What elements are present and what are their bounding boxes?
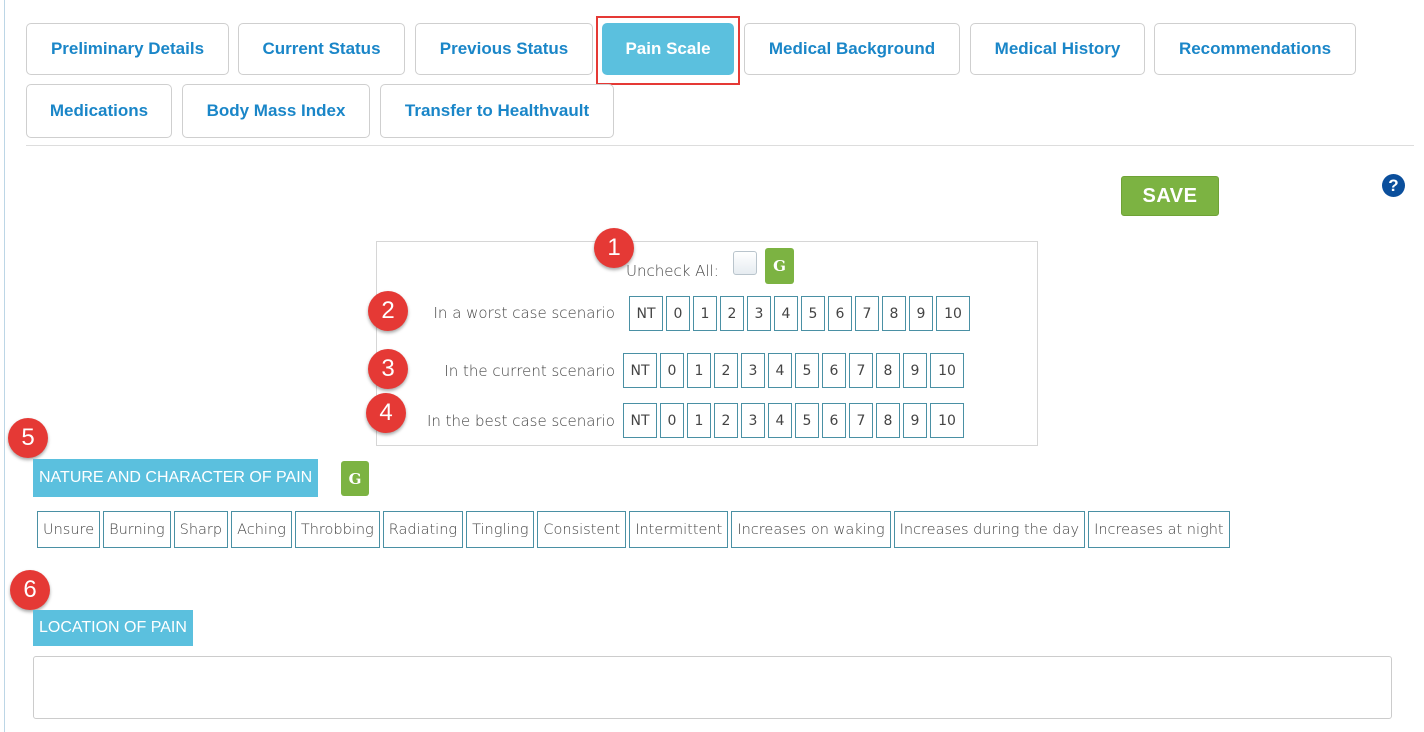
tabs-divider	[26, 145, 1414, 146]
pain-value-10[interactable]: 10	[930, 353, 964, 388]
nature-option-unsure[interactable]: Unsure	[37, 511, 101, 548]
pain-value-5[interactable]: 5	[801, 296, 825, 331]
help-icon[interactable]: ?	[1382, 174, 1405, 197]
marker-2: 2	[368, 291, 408, 331]
nature-option-sharp[interactable]: Sharp	[173, 511, 229, 548]
pain-value-6[interactable]: 6	[822, 403, 846, 438]
pain-value-8[interactable]: 8	[876, 403, 900, 438]
uncheck-all-checkbox[interactable]	[733, 251, 757, 275]
marker-3: 3	[368, 349, 408, 389]
marker-4: 4	[366, 393, 406, 433]
pain-value-10[interactable]: 10	[930, 403, 964, 438]
marker-5: 5	[8, 418, 48, 458]
marker-6: 6	[10, 570, 50, 610]
pain-value-6[interactable]: 6	[828, 296, 852, 331]
tab-pain-scale[interactable]: Pain Scale	[602, 23, 734, 75]
pain-value-0[interactable]: 0	[660, 353, 684, 388]
pain-value-0[interactable]: 0	[666, 296, 690, 331]
tab-recommendations[interactable]: Recommendations	[1154, 23, 1356, 75]
tab-medical-history[interactable]: Medical History	[970, 23, 1145, 75]
nature-option-burning[interactable]: Burning	[103, 511, 171, 548]
pain-value-3[interactable]: 3	[741, 403, 765, 438]
nature-option-increases-on-waking[interactable]: Increases on waking	[731, 511, 891, 548]
pain-value-nt[interactable]: NT	[623, 403, 657, 438]
pain-value-3[interactable]: 3	[747, 296, 771, 331]
pain-value-9[interactable]: 9	[903, 403, 927, 438]
pain-value-8[interactable]: 8	[882, 296, 906, 331]
tab-medications[interactable]: Medications	[26, 84, 172, 138]
pain-value-nt[interactable]: NT	[623, 353, 657, 388]
best-case-scale: NT 0 1 2 3 4 5 6 7 8 9 10	[623, 403, 967, 438]
pain-value-5[interactable]: 5	[795, 403, 819, 438]
pain-value-4[interactable]: 4	[768, 403, 792, 438]
nature-option-increases-at-night[interactable]: Increases at night	[1088, 511, 1230, 548]
pain-value-1[interactable]: 1	[687, 353, 711, 388]
pain-value-10[interactable]: 10	[936, 296, 970, 331]
nature-option-tingling[interactable]: Tingling	[466, 511, 535, 548]
pain-value-1[interactable]: 1	[693, 296, 717, 331]
best-case-label: In the best case scenario	[426, 412, 615, 430]
pain-value-0[interactable]: 0	[660, 403, 684, 438]
nature-option-radiating[interactable]: Radiating	[382, 511, 464, 548]
nature-heading: NATURE AND CHARACTER OF PAIN	[33, 459, 319, 497]
uncheck-all-label: Uncheck All:	[626, 262, 719, 280]
pain-value-1[interactable]: 1	[687, 403, 711, 438]
nature-options: Unsure Burning Sharp Aching Throbbing Radiati…	[37, 511, 1233, 548]
pain-value-7[interactable]: 7	[849, 403, 873, 438]
location-heading: LOCATION OF PAIN	[33, 610, 193, 646]
pain-value-9[interactable]: 9	[909, 296, 933, 331]
tab-current-status[interactable]: Current Status	[238, 23, 405, 75]
nature-option-throbbing[interactable]: Throbbing	[294, 511, 380, 548]
pain-value-3[interactable]: 3	[741, 353, 765, 388]
nature-option-consistent[interactable]: Consistent	[537, 511, 627, 548]
current-scale: NT 0 1 2 3 4 5 6 7 8 9 10	[623, 353, 967, 388]
pain-value-4[interactable]: 4	[768, 353, 792, 388]
pain-scale-g-button[interactable]: G	[765, 248, 794, 284]
pain-value-5[interactable]: 5	[795, 353, 819, 388]
save-button[interactable]: SAVE	[1121, 176, 1219, 216]
nature-option-aching[interactable]: Aching	[231, 511, 292, 548]
pain-value-7[interactable]: 7	[849, 353, 873, 388]
marker-1: 1	[594, 228, 634, 268]
pain-value-8[interactable]: 8	[876, 353, 900, 388]
tab-body-mass-index[interactable]: Body Mass Index	[182, 84, 370, 138]
worst-case-label: In a worst case scenario	[433, 304, 616, 322]
pain-value-nt[interactable]: NT	[629, 296, 663, 331]
pain-value-2[interactable]: 2	[714, 403, 738, 438]
pain-value-7[interactable]: 7	[855, 296, 879, 331]
pain-value-6[interactable]: 6	[822, 353, 846, 388]
nature-option-increases-during-the-day[interactable]: Increases during the day	[893, 511, 1086, 548]
tab-medical-background[interactable]: Medical Background	[744, 23, 960, 75]
current-label: In the current scenario	[444, 362, 615, 380]
left-border	[4, 0, 5, 732]
tab-preliminary-details[interactable]: Preliminary Details	[26, 23, 229, 75]
pain-value-9[interactable]: 9	[903, 353, 927, 388]
tab-transfer-to-healthvault[interactable]: Transfer to Healthvault	[380, 84, 614, 138]
location-input[interactable]	[33, 656, 1392, 719]
pain-value-4[interactable]: 4	[774, 296, 798, 331]
nature-g-button[interactable]: G	[341, 461, 369, 496]
nature-option-intermittent[interactable]: Intermittent	[629, 511, 729, 548]
pain-value-2[interactable]: 2	[714, 353, 738, 388]
pain-value-2[interactable]: 2	[720, 296, 744, 331]
tab-previous-status[interactable]: Previous Status	[415, 23, 593, 75]
worst-case-scale: NT 0 1 2 3 4 5 6 7 8 9 10	[629, 296, 973, 331]
